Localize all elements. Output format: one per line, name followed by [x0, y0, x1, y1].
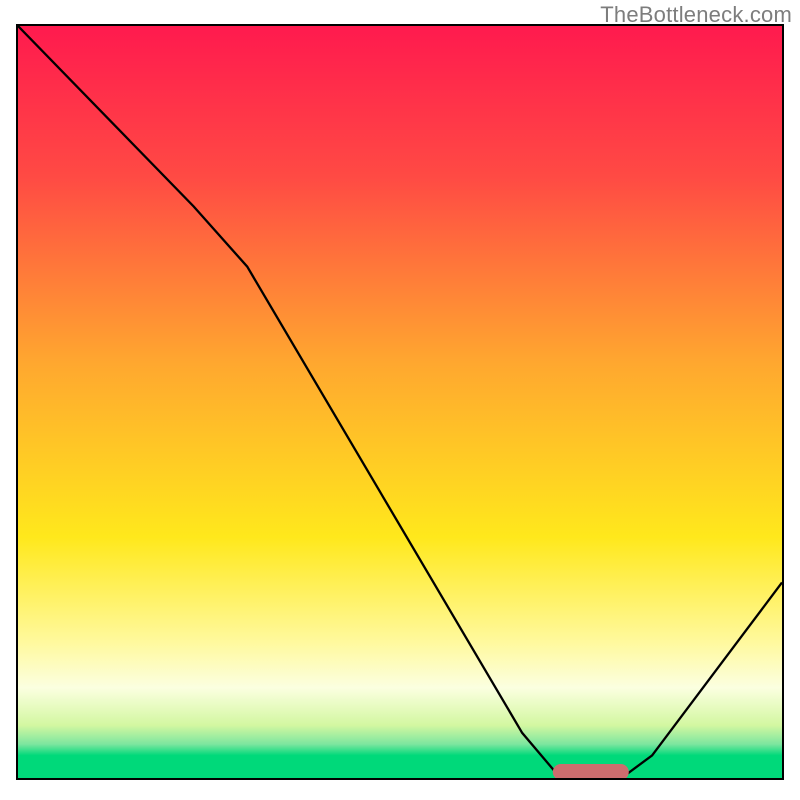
- bottleneck-curve: [18, 26, 782, 778]
- chart-container: TheBottleneck.com: [0, 0, 800, 800]
- optimal-marker: [553, 764, 629, 780]
- curve-layer: [18, 26, 782, 778]
- plot-frame: [16, 24, 784, 780]
